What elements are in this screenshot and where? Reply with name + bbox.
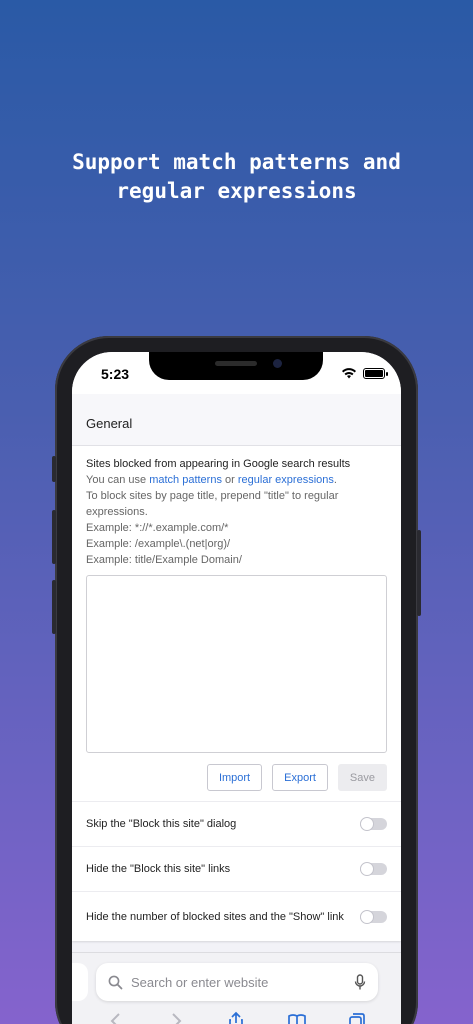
bookmarks-icon[interactable]: [287, 1011, 307, 1024]
example-3: Example: title/Example Domain/: [86, 554, 242, 566]
wifi-icon: [342, 368, 356, 379]
description: Sites blocked from appearing in Google s…: [72, 446, 401, 568]
settings-card: Sites blocked from appearing in Google s…: [72, 446, 401, 941]
example-2: Example: /example\.(net|org)/: [86, 538, 231, 550]
headline-line-2: regular expressions: [116, 179, 357, 203]
usage-line: You can use match patterns or regular ex…: [86, 472, 387, 488]
toggle-row-hide-count: Hide the number of blocked sites and the…: [72, 892, 401, 941]
phone-power-button: [417, 530, 421, 616]
toggle-label-hide-count: Hide the number of blocked sites and the…: [86, 910, 344, 923]
import-button[interactable]: Import: [206, 764, 263, 791]
title-hint: To block sites by page title, prepend "t…: [86, 490, 339, 518]
match-patterns-link[interactable]: match patterns: [149, 474, 222, 486]
address-bar[interactable]: Search or enter website: [96, 963, 378, 1001]
blocklist-textarea[interactable]: [86, 575, 387, 753]
toggle-row-hide-links: Hide the "Block this site" links: [72, 847, 401, 892]
previous-tab-preview[interactable]: [72, 963, 88, 1001]
back-icon[interactable]: [106, 1011, 126, 1024]
phone-screen: 5:23 General Sites blocked from appearin…: [72, 352, 401, 1024]
regular-expressions-link[interactable]: regular expressions: [238, 474, 334, 486]
forward-icon[interactable]: [166, 1011, 186, 1024]
headline-line-1: Support match patterns and: [72, 150, 401, 174]
action-buttons: Import Export Save: [72, 753, 401, 802]
microphone-icon[interactable]: [354, 973, 366, 991]
search-icon: [108, 975, 123, 989]
phone-volume-up: [52, 510, 56, 564]
safari-bottom-bar: Search or enter website: [72, 952, 401, 1024]
usage-prefix: You can use: [86, 474, 150, 486]
battery-icon: [363, 367, 388, 379]
save-button[interactable]: Save: [337, 764, 387, 791]
toggle-label-hide-links: Hide the "Block this site" links: [86, 863, 231, 875]
example-1: Example: *://*.example.com/*: [86, 522, 229, 534]
export-button[interactable]: Export: [272, 764, 328, 791]
headline: Support match patterns and regular expre…: [0, 148, 473, 206]
share-icon[interactable]: [226, 1011, 246, 1024]
phone-silent-switch: [52, 456, 56, 482]
description-title: Sites blocked from appearing in Google s…: [86, 458, 351, 470]
status-bar: 5:23: [72, 352, 401, 394]
safari-toolbar: [72, 1011, 401, 1024]
toggle-hide-links[interactable]: [360, 862, 387, 876]
phone-volume-down: [52, 580, 56, 634]
tabs-icon[interactable]: [347, 1011, 367, 1024]
notch: [149, 352, 323, 380]
front-camera: [273, 359, 282, 368]
toggle-row-skip-dialog: Skip the "Block this site" dialog: [72, 802, 401, 847]
toggle-hide-count[interactable]: [360, 909, 387, 924]
toggle-label-skip-dialog: Skip the "Block this site" dialog: [86, 818, 237, 830]
usage-middle: or: [221, 474, 238, 486]
section-header: General: [72, 394, 401, 446]
settings-content: General Sites blocked from appearing in …: [72, 394, 401, 941]
status-time: 5:23: [101, 366, 130, 382]
address-placeholder: Search or enter website: [131, 974, 269, 990]
speaker-grille: [215, 361, 257, 366]
usage-suffix: .: [333, 474, 337, 486]
toggle-skip-dialog[interactable]: [360, 817, 387, 831]
status-icons: [341, 367, 388, 379]
